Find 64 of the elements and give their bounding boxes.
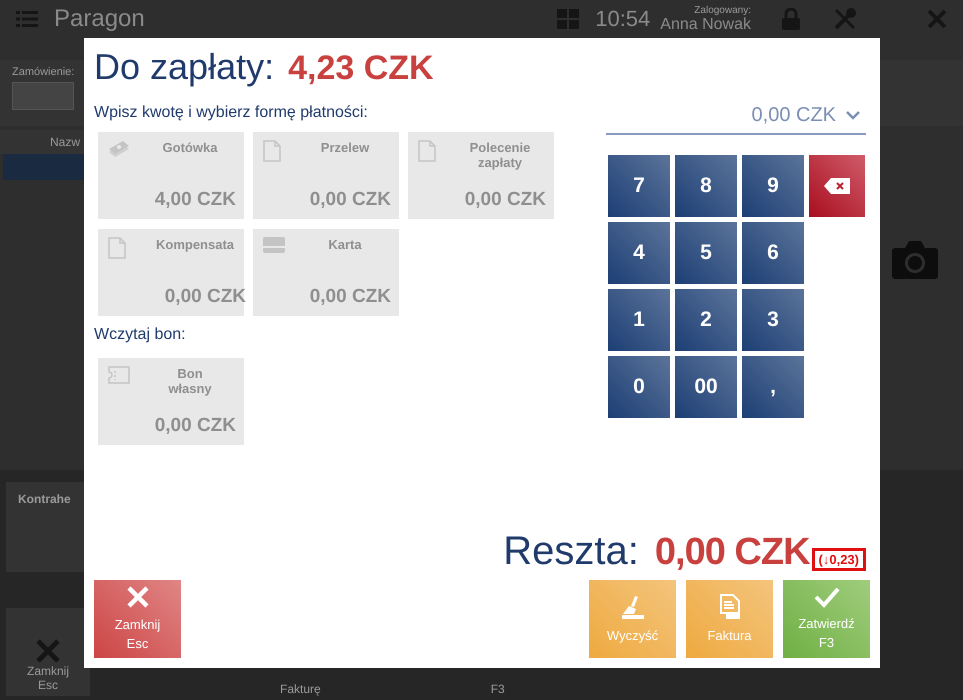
- document-icon: [418, 140, 436, 162]
- change-label: Reszta:: [503, 529, 639, 574]
- checkmark-icon: [814, 586, 840, 608]
- keypad-key[interactable]: 4: [608, 222, 670, 284]
- keypad-key[interactable]: 00: [675, 356, 737, 418]
- invoice-button[interactable]: Fakturę: [280, 682, 321, 696]
- keypad-key[interactable]: 1: [608, 289, 670, 351]
- close-icon: [35, 638, 61, 664]
- amount-field[interactable]: 0,00 CZK: [606, 104, 866, 135]
- method-amount: 0,00 CZK: [308, 189, 391, 211]
- ticket-icon: [108, 366, 130, 384]
- keypad-key[interactable]: 5: [675, 222, 737, 284]
- document-icon: [718, 594, 742, 620]
- customer-label: Kontrahe: [18, 492, 71, 506]
- keypad-key[interactable]: 6: [742, 222, 804, 284]
- dialog-title: Do zapłaty:: [94, 46, 274, 88]
- method-amount: 0,00 CZK: [308, 286, 391, 308]
- method-name: Przelew: [320, 140, 370, 157]
- column-header: Nazw: [50, 135, 80, 149]
- keypad-key[interactable]: 0: [608, 356, 670, 418]
- voucher-label: Wczytaj bon:: [94, 326, 187, 344]
- lock-icon[interactable]: [781, 8, 801, 30]
- camera-icon[interactable]: [891, 238, 939, 280]
- method-amount: 4,00 CZK: [154, 189, 236, 211]
- tools-icon[interactable]: [833, 7, 857, 31]
- order-label: Zamówienie:: [12, 66, 76, 78]
- backspace-icon: [824, 178, 850, 194]
- keypad-key[interactable]: 8: [675, 155, 737, 217]
- cash-icon: [108, 140, 130, 160]
- method-amount: 0,00 CZK: [164, 286, 246, 308]
- windows-icon[interactable]: [557, 9, 580, 29]
- keypad-key[interactable]: 7: [608, 155, 670, 217]
- change-difference: (↓0,23): [812, 548, 866, 571]
- method-name: Polecenie zapłaty: [468, 140, 532, 172]
- search-field[interactable]: [12, 82, 74, 110]
- document-icon: [263, 140, 281, 162]
- method-amount: 0,00 CZK: [464, 189, 546, 211]
- close-button[interactable]: Zamknij Esc: [94, 580, 181, 658]
- keypad-key[interactable]: ,: [742, 356, 804, 418]
- change-amount: 0,00 CZK: [654, 531, 810, 574]
- voucher-amount: 0,00 CZK: [154, 415, 236, 437]
- backspace-button[interactable]: [809, 155, 865, 217]
- keypad-key[interactable]: 2: [675, 289, 737, 351]
- user-label: Zalogowany:: [694, 4, 751, 16]
- keypad-key[interactable]: 9: [742, 155, 804, 217]
- method-name: Kompensata: [156, 237, 236, 254]
- app-title: Paragon: [54, 5, 145, 33]
- instruction-text: Wpisz kwotę i wybierz formę płatności:: [94, 104, 369, 122]
- menu-icon[interactable]: [16, 10, 38, 28]
- brush-icon: [620, 594, 646, 620]
- chevron-down-icon: [846, 111, 860, 120]
- voucher-name: Bon własny: [167, 366, 213, 398]
- document-icon: [108, 237, 126, 259]
- card-icon: [263, 237, 285, 253]
- user-name: Anna Nowak: [660, 16, 751, 34]
- keypad-key[interactable]: 3: [742, 289, 804, 351]
- method-name: Karta: [327, 237, 363, 254]
- close-button[interactable]: Zamknij Esc: [6, 608, 90, 696]
- close-icon[interactable]: [927, 9, 947, 29]
- close-icon: [126, 585, 150, 610]
- method-name: Gotówka: [162, 140, 218, 157]
- amount-due: 4,23 CZK: [288, 49, 434, 88]
- confirm-button[interactable]: F3: [490, 682, 505, 696]
- clock-time: 10:54: [595, 6, 650, 32]
